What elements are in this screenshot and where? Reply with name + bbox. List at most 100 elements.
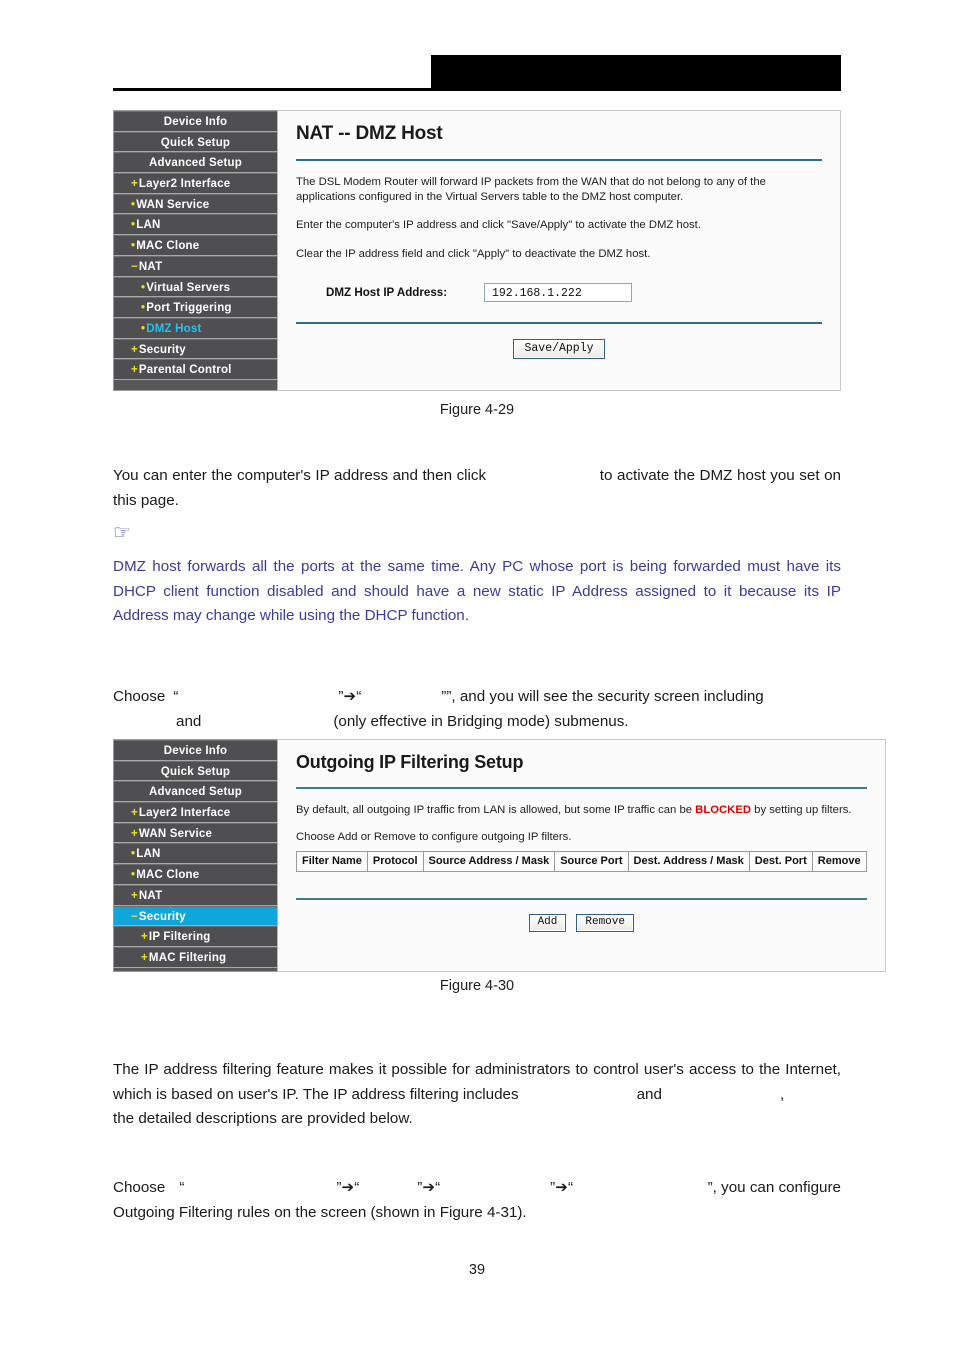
router-sidebar-nav-security[interactable]: Device Info Quick Setup Advanced Setup +Lay… <box>113 739 277 972</box>
ip-filtering-desc-line3: the detailed descriptions are provided b… <box>113 1110 413 1127</box>
sidebar-item-advanced-setup[interactable]: Advanced Setup <box>114 781 277 803</box>
dmz-description-paragraph-3: Clear the IP address field and click "Ap… <box>296 247 651 260</box>
panel-title: NAT -- DMZ Host <box>296 123 443 144</box>
sidebar-item-wan-service[interactable]: +WAN Service <box>114 822 277 844</box>
quote-open-6: “ <box>567 1179 573 1196</box>
sidebar-item-device-info[interactable]: Device Info <box>114 740 277 761</box>
sidebar-item-lan[interactable]: •LAN <box>114 214 277 236</box>
save-apply-button[interactable]: Save/Apply <box>513 339 605 359</box>
arrow-icon-4: ➔ <box>555 1179 568 1196</box>
sidebar-item-mac-clone[interactable]: •MAC Clone <box>114 864 277 885</box>
dmz-instruction-text-a: You can enter the computer's IP address … <box>113 467 491 484</box>
dmz-description-paragraph-2: Enter the computer's IP address and clic… <box>296 219 701 231</box>
sidebar-item-label: Security <box>138 343 186 356</box>
sidebar-item-label: Advanced Setup <box>149 157 242 170</box>
collapse-minus-icon: − <box>131 910 138 923</box>
quote-open-5: “ <box>435 1179 441 1196</box>
sidebar-item-label: NAT <box>138 889 163 902</box>
sidebar-item-port-triggering[interactable]: •Port Triggering <box>114 297 277 318</box>
filtering-desc-before: By default, all outgoing IP traffic from… <box>296 804 696 816</box>
sidebar-item-mac-filtering[interactable]: +MAC Filtering <box>114 946 277 968</box>
sidebar-item-label: WAN Service <box>138 827 213 840</box>
dmz-instruction-paragraph: You can enter the computer's IP address … <box>113 464 841 513</box>
collapse-minus-icon: − <box>131 260 138 273</box>
sidebar-item-nat[interactable]: −NAT <box>114 255 277 277</box>
sidebar-item-wan-service[interactable]: •WAN Service <box>114 193 277 215</box>
filtering-top-rule <box>296 787 867 789</box>
sidebar-item-quick-setup[interactable]: Quick Setup <box>114 760 277 782</box>
sidebar-item-label: LAN <box>136 219 161 232</box>
bullet-icon: • <box>141 322 146 335</box>
expand-plus-icon: + <box>141 951 148 964</box>
ip-filtering-desc-text: The IP address filtering feature makes i… <box>113 1061 841 1103</box>
filtering-desc-after: by setting up filters. <box>751 804 852 816</box>
sidebar-item-label: Parental Control <box>138 364 232 377</box>
sidebar-item-label: Layer2 Interface <box>138 807 231 820</box>
filter-table-header-cell: Protocol <box>366 851 424 872</box>
sidebar-item-label: MAC Filtering <box>148 951 227 964</box>
filter-table-header-cell: Dest. Address / Mask <box>627 851 750 872</box>
quote-open-2: “ <box>356 688 362 705</box>
sidebar-item-label: Security <box>138 910 186 923</box>
figure-outgoing-ip-filtering: Device Info Quick Setup Advanced Setup +Lay… <box>113 739 886 972</box>
quote-open-1: “ <box>173 688 179 705</box>
sidebar-item-label: DMZ Host <box>146 322 202 335</box>
ip-filtering-description-paragraph: The IP address filtering feature makes i… <box>113 1058 841 1132</box>
page-number: 39 <box>468 1262 486 1278</box>
bullet-icon: • <box>131 869 136 882</box>
dmz-host-ip-input[interactable]: 192.168.1.222 <box>484 283 632 302</box>
sidebar-item-label: IP Filtering <box>148 931 211 944</box>
sidebar-item-lan[interactable]: •LAN <box>114 843 277 865</box>
header-divider-rule <box>113 88 841 91</box>
sidebar-item-label: Layer2 Interface <box>138 178 231 191</box>
sidebar-item-security[interactable]: −Security <box>114 905 277 927</box>
dmz-note-paragraph: DMZ host forwards all the ports at the s… <box>113 558 841 624</box>
bullet-icon: • <box>141 302 146 315</box>
add-filter-button[interactable]: Add <box>528 914 567 932</box>
filtering-description-paragraph-2: Choose Add or Remove to configure outgoi… <box>296 830 572 843</box>
filter-table-header-row: Filter Name Protocol Source Address / Mask… <box>296 851 867 872</box>
nat-dmz-host-panel: NAT -- DMZ Host The DSL Modem Router wil… <box>277 110 841 391</box>
sidebar-item-advanced-setup[interactable]: Advanced Setup <box>114 152 277 174</box>
security-choose-and: and <box>176 712 202 730</box>
panel-title-filtering: Outgoing IP Filtering Setup <box>296 752 524 772</box>
sidebar-item-label: Virtual Servers <box>146 281 231 294</box>
dmz-button-row: Save/Apply <box>296 338 822 359</box>
figure-4-30-caption: Figure 4-30 <box>439 978 515 994</box>
header-redaction-bar <box>431 55 841 88</box>
expand-plus-icon: + <box>131 827 138 840</box>
filtering-bottom-rule <box>296 898 867 900</box>
outgoing-ip-filtering-panel: Outgoing IP Filtering Setup By default, … <box>277 739 886 972</box>
sidebar-item-security[interactable]: +Security <box>114 338 277 360</box>
sidebar-item-device-info[interactable]: Device Info <box>114 111 277 132</box>
filtering-choose-rest: ”, you can configure <box>707 1179 841 1196</box>
sidebar-item-label: Port Triggering <box>146 302 232 315</box>
sidebar-item-ip-filtering[interactable]: +IP Filtering <box>114 926 277 947</box>
dmz-description-paragraph-1: The DSL Modem Router will forward IP pac… <box>296 176 766 203</box>
arrow-icon-3: ➔ <box>422 1179 436 1196</box>
sidebar-item-layer2-interface[interactable]: +Layer2 Interface <box>114 802 277 823</box>
router-sidebar-nav[interactable]: Device Info Quick Setup Advanced Setup +Lay… <box>113 110 277 391</box>
outgoing-filtering-choose-paragraph: Choose “ ” ➔ “ ” ➔ “ ” ➔ “ ”, you can co… <box>113 1176 841 1225</box>
sidebar-item-label: NAT <box>138 260 163 273</box>
remove-filter-button[interactable]: Remove <box>576 914 634 932</box>
choose-label-1: Choose <box>113 688 166 705</box>
sidebar-item-label: MAC Clone <box>136 869 200 882</box>
sidebar-item-nat[interactable]: +NAT <box>114 884 277 906</box>
dmz-host-ip-label: DMZ Host IP Address: <box>326 286 448 299</box>
sidebar-item-layer2-interface[interactable]: +Layer2 Interface <box>114 173 277 194</box>
outgoing-filter-table: Filter Name Protocol Source Address / Mask… <box>296 851 867 872</box>
sidebar-item-quick-setup[interactable]: Quick Setup <box>114 131 277 153</box>
bullet-icon: • <box>131 219 136 232</box>
sidebar-item-mac-clone[interactable]: •MAC Clone <box>114 235 277 256</box>
sidebar-item-parental-control[interactable]: +Parental Control <box>114 359 277 380</box>
sidebar-item-label: WAN Service <box>136 198 210 211</box>
sidebar-item-virtual-servers[interactable]: •Virtual Servers <box>114 276 277 298</box>
ip-filtering-tail: , <box>779 1085 785 1103</box>
filter-table-header-cell: Filter Name <box>296 851 368 872</box>
sidebar-item-label: Advanced Setup <box>149 786 242 799</box>
sidebar-item-dmz-host[interactable]: •DMZ Host <box>114 317 277 339</box>
quote-open-4: “ <box>354 1179 360 1196</box>
panel-bottom-rule <box>296 322 822 324</box>
arrow-icon-1: ➔ <box>343 688 357 705</box>
